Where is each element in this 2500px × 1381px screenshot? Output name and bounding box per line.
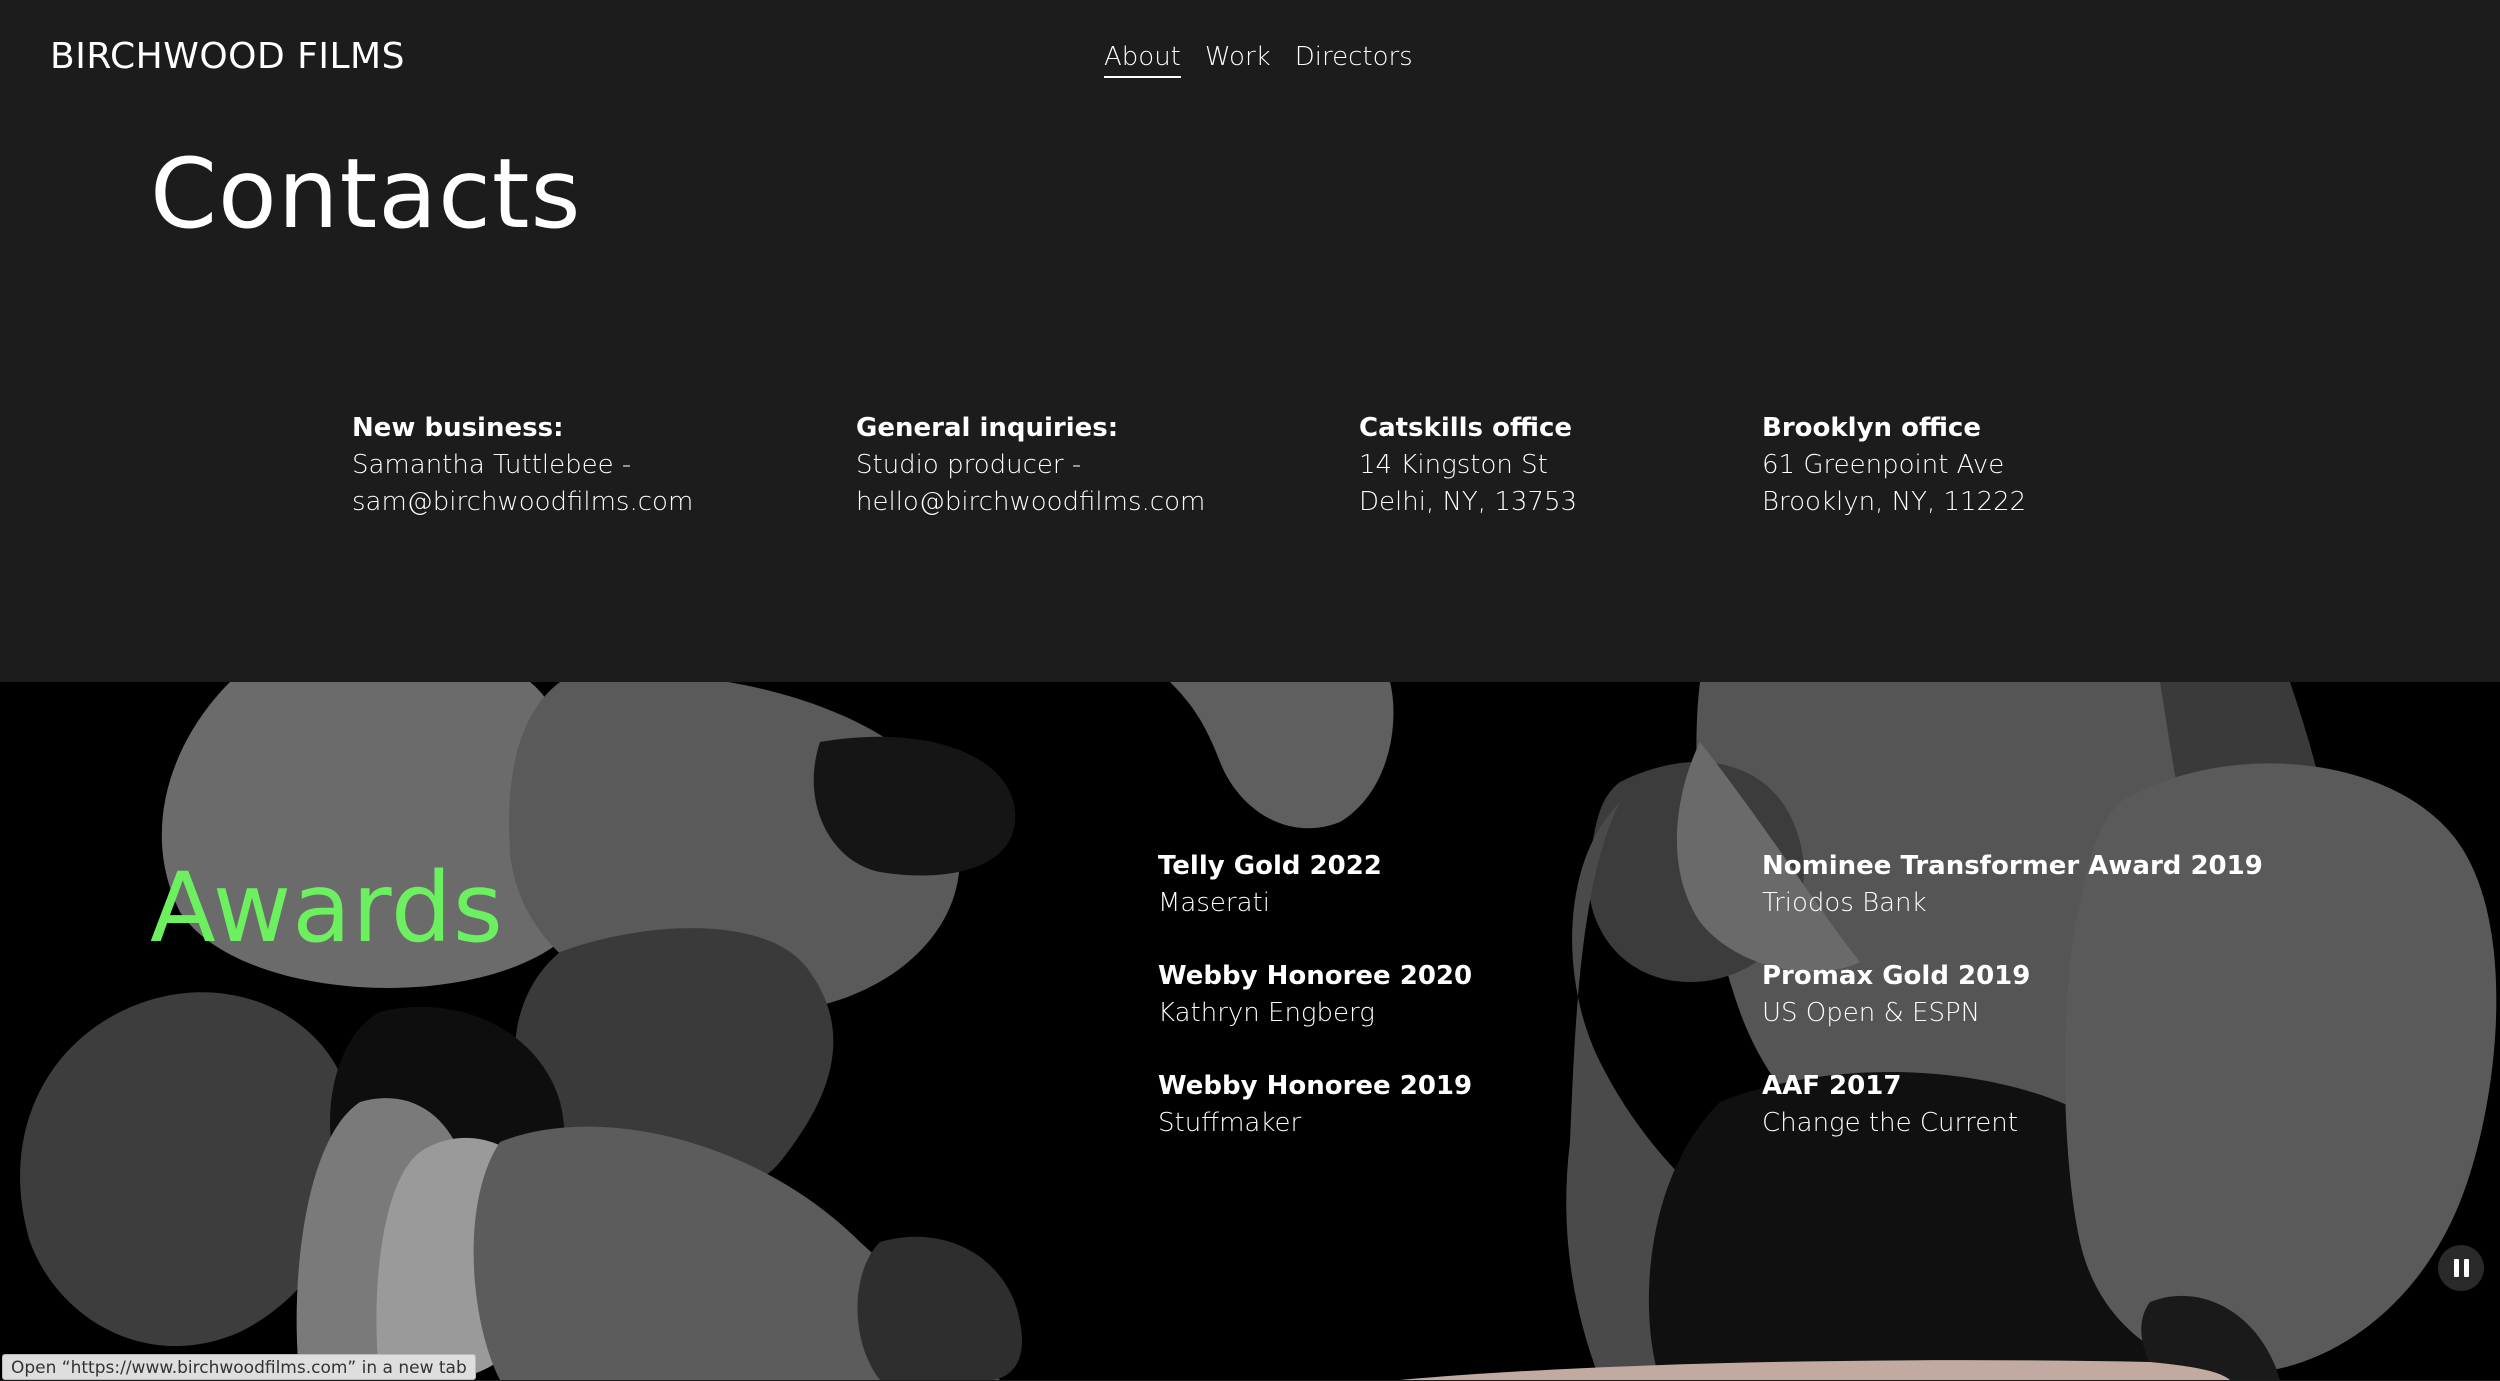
contact-brooklyn-office: Brooklyn office 61 Greenpoint Ave Brookl… [1762,410,2026,521]
award-client: Change the Current [1762,1108,2018,1138]
award-title: AAF 2017 [1762,1071,1902,1101]
award-client: Kathryn Engberg [1158,998,1375,1028]
award-client: Triodos Bank [1762,888,1927,918]
contact-new-business: New business: Samantha Tuttlebee - sam@b… [352,410,693,521]
awards-section: Awards Telly Gold 2022 Maserati Webby Ho… [0,682,2500,1380]
award-item: Promax Gold 2019 US Open & ESPN [1762,958,2030,1032]
site-logo[interactable]: BIRCHWOOD FILMS [50,36,405,77]
award-item: Webby Honoree 2020 Kathryn Engberg [1158,958,1472,1032]
contact-heading: Catskills office [1359,413,1572,443]
pause-icon [2463,1259,2469,1277]
pause-animation-button[interactable] [2438,1245,2484,1291]
award-item: Webby Honoree 2019 Stuffmaker [1158,1068,1472,1142]
nav-work[interactable]: Work [1205,42,1271,78]
contact-line: Delhi, NY, 13753 [1359,487,1578,517]
award-item: AAF 2017 Change the Current [1762,1068,2018,1142]
contact-heading: Brooklyn office [1762,413,1981,443]
blob-shape [857,1236,1023,1380]
contact-heading: New business: [352,413,564,443]
awards-title: Awards [150,852,504,964]
award-item: Telly Gold 2022 Maserati [1158,848,1382,922]
contact-email-link[interactable]: sam@birchwoodfilms.com [352,484,693,521]
award-client: Stuffmaker [1158,1108,1302,1138]
contact-email-link[interactable]: hello@birchwoodfilms.com [856,484,1205,521]
award-client: US Open & ESPN [1762,998,1981,1028]
contact-heading: General inquiries: [856,413,1119,443]
award-title: Telly Gold 2022 [1158,851,1382,881]
browser-status-bar: Open “https://www.birchwoodfilms.com” in… [2,1354,476,1380]
contact-line: 61 Greenpoint Ave [1762,450,2005,480]
award-title: Promax Gold 2019 [1762,961,2031,991]
contact-line: Brooklyn, NY, 11222 [1762,487,2027,517]
nav-about[interactable]: About [1104,42,1181,78]
pause-icon [2453,1259,2459,1277]
main-nav: About Work Directors [1104,42,1413,78]
contact-line: Studio producer - [856,450,1082,480]
blob-shape [1400,1360,2230,1380]
contact-line: Samantha Tuttlebee - [352,450,632,480]
contact-line: 14 Kingston St [1359,450,1548,480]
site-header: BIRCHWOOD FILMS About Work Directors [0,0,2500,120]
award-title: Webby Honoree 2019 [1158,1071,1473,1101]
nav-directors[interactable]: Directors [1295,42,1413,78]
contact-general-inquiries: General inquiries: Studio producer - hel… [856,410,1205,521]
contacts-title: Contacts [150,138,582,250]
blob-shape [1170,682,1394,829]
award-client: Maserati [1158,888,1270,918]
award-title: Nominee Transformer Award 2019 [1762,851,2263,881]
award-item: Nominee Transformer Award 2019 Triodos B… [1762,848,2263,922]
award-title: Webby Honoree 2020 [1158,961,1473,991]
contact-catskills-office: Catskills office 14 Kingston St Delhi, N… [1359,410,1577,521]
